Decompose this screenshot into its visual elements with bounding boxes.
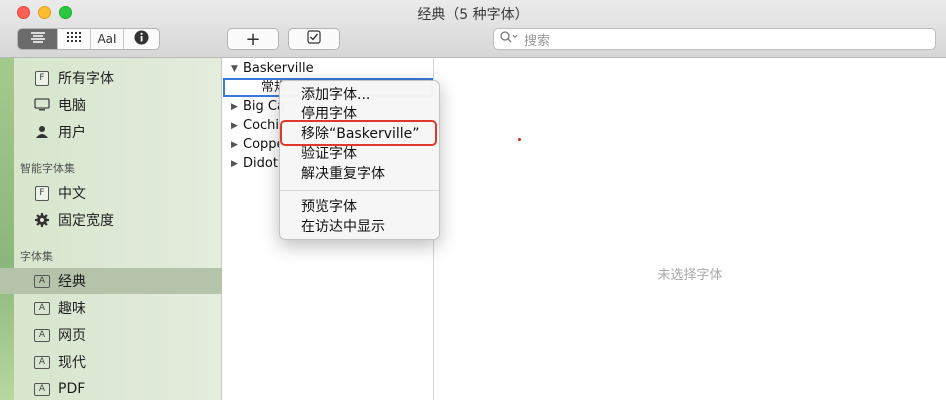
menu-item-add-fonts[interactable]: 添加字体... bbox=[280, 85, 439, 105]
sidebar-item-label: 趣味 bbox=[58, 301, 86, 317]
sidebar-item-label: 固定宽度 bbox=[58, 213, 114, 229]
sidebar-item-all-fonts[interactable]: F 所有字体 bbox=[0, 65, 222, 91]
gear-icon bbox=[34, 212, 50, 228]
search-icon bbox=[500, 31, 518, 47]
sidebar-item-label: 用户 bbox=[58, 125, 86, 141]
grid-view-button[interactable] bbox=[58, 29, 91, 49]
no-font-selected-text: 未选择字体 bbox=[657, 268, 723, 283]
disclosure-collapsed-icon[interactable]: ▶ bbox=[231, 140, 241, 150]
sidebar-item-modern[interactable]: A 现代 bbox=[0, 349, 222, 375]
disclosure-collapsed-icon[interactable]: ▶ bbox=[231, 159, 241, 169]
font-collection-icon: A bbox=[34, 327, 50, 343]
validate-button[interactable] bbox=[288, 28, 340, 50]
sidebar-item-computer[interactable]: 电脑 bbox=[0, 92, 222, 118]
list-view-button[interactable] bbox=[18, 29, 58, 49]
computer-icon bbox=[34, 97, 50, 113]
font-book-icon: F bbox=[34, 70, 50, 86]
sidebar-item-fun[interactable]: A 趣味 bbox=[0, 295, 222, 321]
font-family-row[interactable]: ▼ Baskerville bbox=[222, 59, 434, 78]
font-family-name: Didot bbox=[243, 156, 278, 171]
list-icon bbox=[30, 31, 46, 47]
font-family-name: Baskerville bbox=[243, 61, 314, 76]
menu-separator bbox=[280, 190, 439, 191]
sidebar-item-label: 中文 bbox=[58, 186, 86, 202]
toolbar: 经典（5 种字体） AaI + 搜索 bbox=[0, 0, 946, 58]
disclosure-collapsed-icon[interactable]: ▶ bbox=[231, 121, 241, 131]
add-font-button[interactable]: + bbox=[227, 28, 279, 50]
font-collection-icon: A bbox=[34, 381, 50, 397]
sidebar-item-label: 所有字体 bbox=[58, 71, 114, 87]
sidebar-item-label: 现代 bbox=[58, 355, 86, 371]
collections-header: 字体集 bbox=[20, 250, 53, 263]
font-collection-icon: A bbox=[34, 354, 50, 370]
context-menu: 添加字体... 停用字体 移除“Baskerville” 验证字体 解决重复字体… bbox=[279, 80, 440, 240]
sidebar-item-label: PDF bbox=[58, 381, 86, 397]
smart-collections-header: 智能字体集 bbox=[20, 162, 75, 175]
sidebar-item-web[interactable]: A 网页 bbox=[0, 322, 222, 348]
sidebar-item-chinese[interactable]: F 中文 bbox=[0, 180, 222, 206]
sidebar-item-label: 电脑 bbox=[58, 98, 86, 114]
sidebar-item-label: 经典 bbox=[58, 274, 86, 290]
sidebar-item-user[interactable]: 用户 bbox=[0, 119, 222, 145]
font-book-icon: F bbox=[34, 185, 50, 201]
sidebar: F 所有字体 电脑 用户 智能字体集 F 中文 固定宽度 字体集 A 经典 A … bbox=[0, 58, 222, 400]
font-collection-icon: A bbox=[34, 300, 50, 316]
font-family-name: Cochi bbox=[243, 118, 280, 133]
disclosure-expanded-icon[interactable]: ▼ bbox=[231, 64, 241, 74]
font-preview-pane: 未选择字体 bbox=[434, 58, 946, 400]
font-collection-icon: A bbox=[34, 273, 50, 289]
menu-item-show-in-finder[interactable]: 在访达中显示 bbox=[280, 217, 439, 237]
search-input[interactable]: 搜索 bbox=[493, 28, 936, 50]
annotation-highlight-box bbox=[280, 120, 437, 146]
checkbox-icon bbox=[307, 30, 321, 48]
sidebar-item-classic[interactable]: A 经典 bbox=[0, 268, 222, 294]
red-dot-marker bbox=[518, 138, 521, 141]
grid-icon bbox=[66, 31, 82, 47]
menu-item-resolve-duplicates[interactable]: 解决重复字体 bbox=[280, 164, 439, 184]
sidebar-item-pdf[interactable]: A PDF bbox=[0, 376, 222, 400]
menu-item-preview-font[interactable]: 预览字体 bbox=[280, 197, 439, 217]
search-placeholder: 搜索 bbox=[524, 33, 551, 49]
menu-item-validate-font[interactable]: 验证字体 bbox=[280, 144, 439, 164]
info-icon bbox=[134, 30, 149, 49]
window-title: 经典（5 种字体） bbox=[417, 7, 529, 23]
font-book-window: 经典（5 种字体） AaI + 搜索 F 所有字体 电脑 用户 智能字体集 F … bbox=[0, 0, 946, 400]
disclosure-collapsed-icon[interactable]: ▶ bbox=[231, 102, 241, 112]
sidebar-item-label: 网页 bbox=[58, 328, 86, 344]
sample-view-button[interactable]: AaI bbox=[91, 29, 124, 49]
info-button[interactable] bbox=[124, 29, 159, 49]
sidebar-item-fixed-width[interactable]: 固定宽度 bbox=[0, 207, 222, 233]
view-mode-segmented-control: AaI bbox=[17, 28, 160, 50]
user-icon bbox=[34, 124, 50, 140]
